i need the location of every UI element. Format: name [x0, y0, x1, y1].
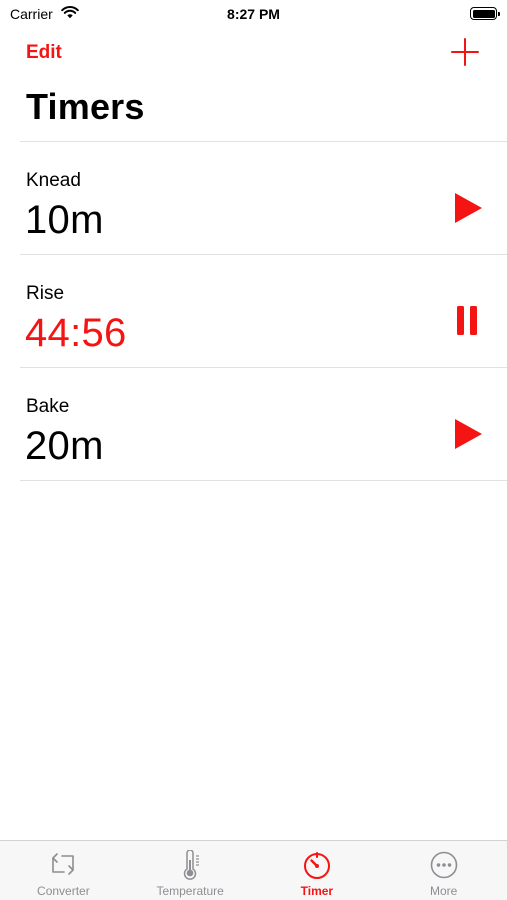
timer-countdown: 44:56	[25, 311, 127, 355]
page-title: Timers	[26, 86, 145, 127]
status-bar: Carrier 8:27 PM	[0, 0, 507, 30]
tab-more[interactable]: More	[380, 841, 507, 900]
clock-label: 8:27 PM	[227, 6, 280, 22]
timer-duration: 10m	[25, 198, 104, 242]
battery-icon	[470, 7, 500, 20]
tab-label: Timer	[300, 884, 334, 898]
timer-list: Knead 10m Rise 44:56 Bake 20m	[0, 142, 507, 481]
timer-row[interactable]: Bake 20m	[0, 368, 507, 481]
tab-temperature[interactable]: Temperature	[127, 841, 254, 900]
converter-icon	[52, 853, 75, 875]
pause-icon[interactable]	[452, 304, 484, 336]
timer-row[interactable]: Rise 44:56	[0, 255, 507, 368]
timer-name: Knead	[26, 170, 81, 191]
timer-duration: 20m	[25, 424, 104, 468]
play-icon[interactable]	[452, 417, 484, 449]
edit-button[interactable]: Edit	[26, 42, 62, 64]
tab-converter[interactable]: Converter	[0, 841, 127, 900]
timer-row[interactable]: Knead 10m	[0, 142, 507, 255]
more-icon	[430, 851, 457, 879]
tab-label: More	[429, 884, 458, 898]
timer-name: Bake	[26, 396, 70, 417]
tab-label: Temperature	[156, 884, 224, 898]
plus-icon[interactable]	[451, 38, 479, 66]
tab-label: Converter	[37, 884, 90, 898]
tab-timer[interactable]: Timer	[254, 841, 381, 900]
play-icon[interactable]	[452, 191, 484, 223]
timer-icon	[303, 852, 330, 879]
timer-name: Rise	[26, 283, 65, 304]
tab-bar: Converter Temperature Timer More	[0, 840, 507, 900]
row-divider	[20, 480, 507, 481]
thermometer-icon	[183, 850, 200, 880]
